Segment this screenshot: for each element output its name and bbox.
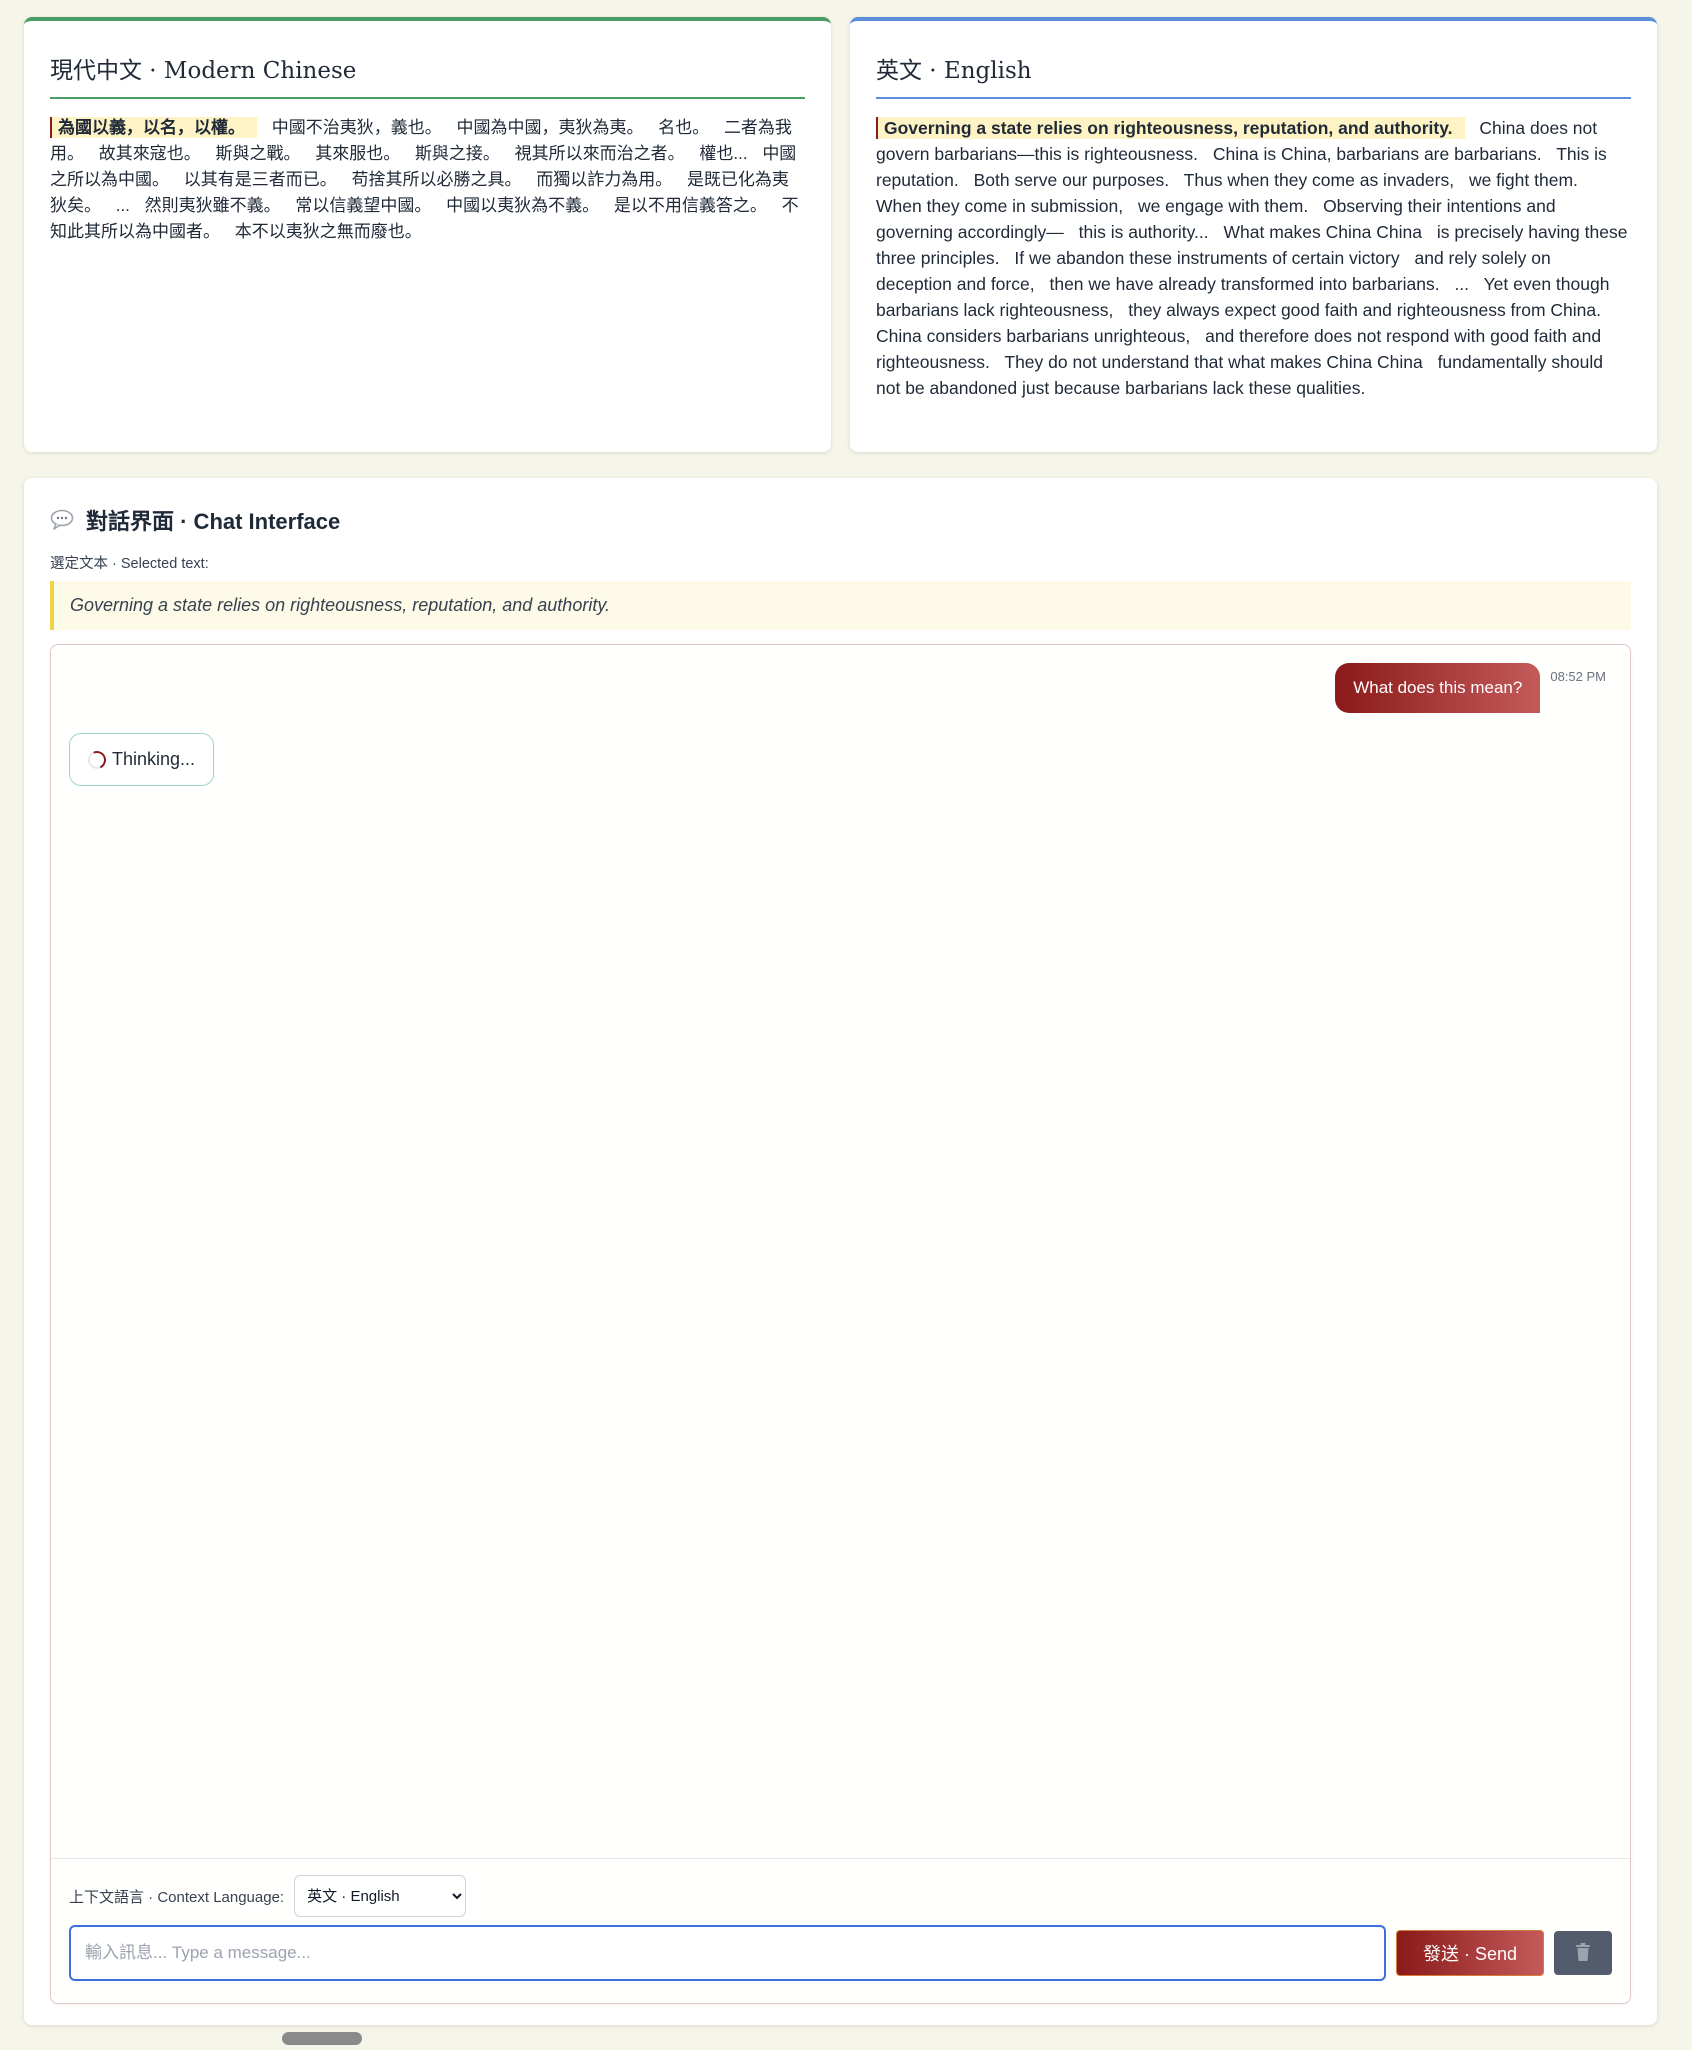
send-row: 發送 · Send bbox=[69, 1925, 1612, 1981]
selected-text-label: 選定文本 · Selected text: bbox=[50, 556, 209, 572]
user-message-bubble: What does this mean? bbox=[1335, 663, 1541, 713]
english-sentence-segment[interactable]: When they come in submission, bbox=[876, 196, 1123, 216]
english-sentence-segment[interactable]: ... bbox=[1454, 274, 1469, 294]
chat-panel: 對話界面 · Chat Interface 選定文本 · Selected te… bbox=[24, 478, 1657, 2025]
chat-messages-area[interactable]: What does this mean? 08:52 PM Thinking..… bbox=[50, 644, 1631, 2004]
thinking-label: Thinking... bbox=[112, 749, 196, 769]
chinese-sentence-segment[interactable]: 視其所以來而治之者。 bbox=[515, 144, 685, 163]
english-sentence-segment[interactable]: Thus when they come as invaders, bbox=[1184, 170, 1454, 190]
chinese-sentence-segment[interactable]: 故其來寇也。 bbox=[99, 144, 201, 163]
chinese-sentence-segment[interactable]: ... bbox=[116, 196, 130, 215]
horizontal-scrollbar-thumb[interactable] bbox=[282, 2032, 362, 2045]
chinese-sentence-segment[interactable]: 其來服也。 bbox=[315, 144, 400, 163]
speech-bubble-icon bbox=[50, 509, 74, 531]
chinese-sentence-segment[interactable]: 斯與之接。 bbox=[415, 144, 500, 163]
english-sentence-segment[interactable]: they always expect good faith and righte… bbox=[1128, 300, 1601, 320]
highlighted-segment[interactable]: Governing a state relies on righteousnes… bbox=[876, 117, 1465, 139]
clear-chat-button[interactable] bbox=[1554, 1931, 1612, 1975]
chinese-sentence-segment[interactable]: 名也。 bbox=[658, 118, 709, 137]
english-sentence-segment[interactable]: What makes China China bbox=[1224, 222, 1422, 242]
chinese-sentence-segment[interactable]: 是以不用信義答之。 bbox=[614, 196, 767, 215]
chat-header: 對話界面 · Chat Interface bbox=[50, 504, 1631, 536]
chinese-sentence-segment[interactable]: 權也... bbox=[699, 144, 747, 163]
trash-icon bbox=[1574, 1942, 1592, 1965]
chinese-sentence-segment[interactable]: 本不以夷狄之無而廢也。 bbox=[235, 222, 422, 241]
english-sentence-segment[interactable]: China is China, barbarians are barbarian… bbox=[1213, 144, 1542, 164]
spinner-icon bbox=[85, 747, 109, 772]
english-sentence-segment[interactable]: then we have already transformed into ba… bbox=[1049, 274, 1439, 294]
chinese-sentence-segment[interactable]: 斯與之戰。 bbox=[215, 144, 300, 163]
modern-chinese-panel: 現代中文 · Modern Chinese 為國以義，以名，以權。 中國不治夷狄… bbox=[24, 17, 831, 452]
english-sentence-segment[interactable]: we fight them. bbox=[1469, 170, 1578, 190]
english-sentence-segment[interactable]: China considers barbarians unrighteous, bbox=[876, 326, 1190, 346]
modern-chinese-passage: 為國以義，以名，以權。 中國不治夷狄，義也。 中國為中國，夷狄為夷。 名也。 二… bbox=[50, 115, 805, 245]
chinese-sentence-segment[interactable]: 中國為中國，夷狄為夷。 bbox=[456, 118, 643, 137]
thinking-indicator: Thinking... bbox=[69, 733, 215, 786]
english-panel: 英文 · English Governing a state relies on… bbox=[850, 17, 1657, 452]
context-language-select[interactable]: 英文 · English現代中文 · Modern Chinese bbox=[294, 1875, 467, 1917]
user-message: What does this mean? 08:52 PM bbox=[1335, 663, 1606, 713]
english-passage: Governing a state relies on righteousnes… bbox=[876, 115, 1631, 401]
chinese-sentence-segment[interactable]: 然則夷狄雖不義。 bbox=[145, 196, 281, 215]
chinese-sentence-segment[interactable]: 常以信義望中國。 bbox=[295, 196, 431, 215]
chinese-sentence-segment[interactable]: 以其有是三者而已。 bbox=[184, 170, 337, 189]
chinese-sentence-segment[interactable]: 中國以夷狄為不義。 bbox=[446, 196, 599, 215]
chinese-sentence-segment[interactable]: 苟捨其所以必勝之具。 bbox=[351, 170, 521, 189]
chinese-sentence-segment[interactable]: 而獨以詐力為用。 bbox=[536, 170, 672, 189]
highlighted-segment[interactable]: 為國以義，以名，以權。 bbox=[50, 117, 257, 138]
context-language-label: 上下文語言 · Context Language: bbox=[69, 1888, 285, 1906]
send-button[interactable]: 發送 · Send bbox=[1396, 1930, 1544, 1976]
english-sentence-segment[interactable]: They do not understand that what makes C… bbox=[1004, 352, 1422, 372]
english-sentence-segment[interactable]: this is authority... bbox=[1079, 222, 1209, 242]
chat-title: 對話界面 · Chat Interface bbox=[86, 509, 341, 534]
english-sentence-segment[interactable]: we engage with them. bbox=[1138, 196, 1308, 216]
context-language-row: 上下文語言 · Context Language: 英文 · English現代… bbox=[69, 1875, 1612, 1917]
message-input[interactable] bbox=[69, 1925, 1386, 1981]
selected-text-quote: Governing a state relies on righteousnes… bbox=[50, 581, 1631, 630]
modern-chinese-title: 現代中文 · Modern Chinese bbox=[50, 51, 805, 99]
english-title: 英文 · English bbox=[876, 51, 1631, 99]
chat-input-zone: 上下文語言 · Context Language: 英文 · English現代… bbox=[51, 1858, 1630, 2003]
message-timestamp: 08:52 PM bbox=[1550, 669, 1606, 684]
english-sentence-segment[interactable]: If we abandon these instruments of certa… bbox=[1014, 248, 1399, 268]
english-sentence-segment[interactable]: Both serve our purposes. bbox=[974, 170, 1170, 190]
chinese-sentence-segment[interactable]: 中國不治夷狄，義也。 bbox=[272, 118, 442, 137]
